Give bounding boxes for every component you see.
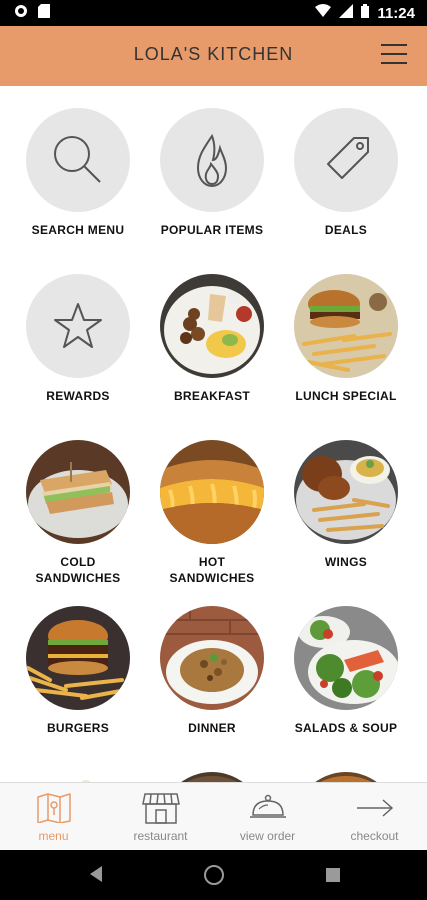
nav-view-order[interactable]: view order (214, 791, 321, 843)
battery-icon (361, 4, 370, 23)
search-icon (26, 108, 130, 212)
nav-label: restaurant (133, 829, 188, 843)
tile-label: POPULAR ITEMS (160, 223, 264, 237)
sd-card-icon (38, 4, 50, 23)
hamburger-menu-button[interactable] (381, 44, 407, 66)
tile-label: LUNCH SPECIAL (295, 389, 397, 403)
salads-soup-photo (294, 606, 398, 710)
status-time: 11:24 (377, 5, 415, 22)
tile-popular-items[interactable]: POPULAR ITEMS (145, 108, 279, 238)
tile-partial[interactable] (145, 772, 279, 782)
star-icon (26, 274, 130, 378)
home-button[interactable] (203, 864, 225, 891)
hot-sandwiches-photo (160, 440, 264, 544)
back-icon (90, 866, 102, 882)
tile-hot-sandwiches[interactable]: HOT SANDWICHES (145, 440, 279, 586)
tile-wings[interactable]: WINGS (279, 440, 413, 570)
tile-search-menu[interactable]: SEARCH MENU (11, 108, 145, 238)
tile-label: WINGS (324, 555, 368, 569)
lunch-special-photo (294, 274, 398, 378)
signal-icon (339, 4, 354, 23)
recents-icon (326, 868, 340, 882)
notification-dot-icon (14, 4, 28, 23)
tile-label: SALADS & SOUP (294, 721, 398, 735)
tile-label: REWARDS (46, 389, 110, 403)
partial-photo (26, 772, 130, 782)
tile-cold-sandwiches[interactable]: COLD SANDWICHES (11, 440, 145, 586)
tile-salads-soup[interactable]: SALADS & SOUP (279, 606, 413, 736)
hamburger-line (381, 53, 407, 55)
tile-label: BURGERS (46, 721, 110, 735)
tile-rewards[interactable]: REWARDS (11, 274, 145, 404)
storefront-icon (107, 791, 214, 825)
status-bar: 11:24 (0, 0, 427, 26)
dinner-photo (160, 606, 264, 710)
partial-photo (294, 772, 398, 782)
category-grid: SEARCH MENU POPULAR ITEMS DEALS REWARDS (0, 86, 427, 782)
tile-burgers[interactable]: BURGERS (11, 606, 145, 736)
nav-label: checkout (350, 829, 399, 843)
hamburger-line (381, 62, 407, 64)
tile-label: HOT SANDWICHES (169, 555, 255, 585)
tile-label: SEARCH MENU (31, 223, 125, 237)
tile-breakfast[interactable]: BREAKFAST (145, 274, 279, 404)
tile-label: DEALS (324, 223, 368, 237)
hamburger-icon (381, 44, 407, 46)
flame-icon (160, 108, 264, 212)
tile-dinner[interactable]: DINNER (145, 606, 279, 736)
tile-partial[interactable] (11, 772, 145, 782)
android-nav-bar (0, 850, 427, 900)
home-icon (204, 865, 224, 885)
recents-button[interactable] (325, 867, 341, 888)
back-button[interactable] (88, 865, 104, 888)
arrow-right-icon (321, 791, 427, 825)
tile-label: COLD SANDWICHES (35, 555, 121, 585)
nav-restaurant[interactable]: restaurant (107, 791, 214, 843)
cold-sandwiches-photo (26, 440, 130, 544)
nav-label: view order (239, 829, 296, 843)
menu-book-icon (0, 791, 107, 825)
burgers-photo (26, 606, 130, 710)
nav-checkout[interactable]: checkout (321, 791, 427, 843)
bottom-nav: menu restaurant view order checkout (0, 782, 427, 850)
tile-deals[interactable]: DEALS (279, 108, 413, 238)
wifi-icon (315, 4, 332, 23)
page-title: LOLA'S KITCHEN (133, 44, 294, 64)
nav-menu[interactable]: menu (0, 791, 107, 843)
partial-photo (160, 772, 264, 782)
cloche-icon (214, 791, 321, 825)
tile-label: BREAKFAST (173, 389, 251, 403)
app-header: LOLA'S KITCHEN (0, 26, 427, 86)
tile-lunch-special[interactable]: LUNCH SPECIAL (279, 274, 413, 404)
nav-label: menu (38, 829, 69, 843)
wings-photo (294, 440, 398, 544)
tile-partial[interactable] (279, 772, 413, 782)
breakfast-photo (160, 274, 264, 378)
tile-label: DINNER (188, 721, 236, 735)
tag-icon (294, 108, 398, 212)
